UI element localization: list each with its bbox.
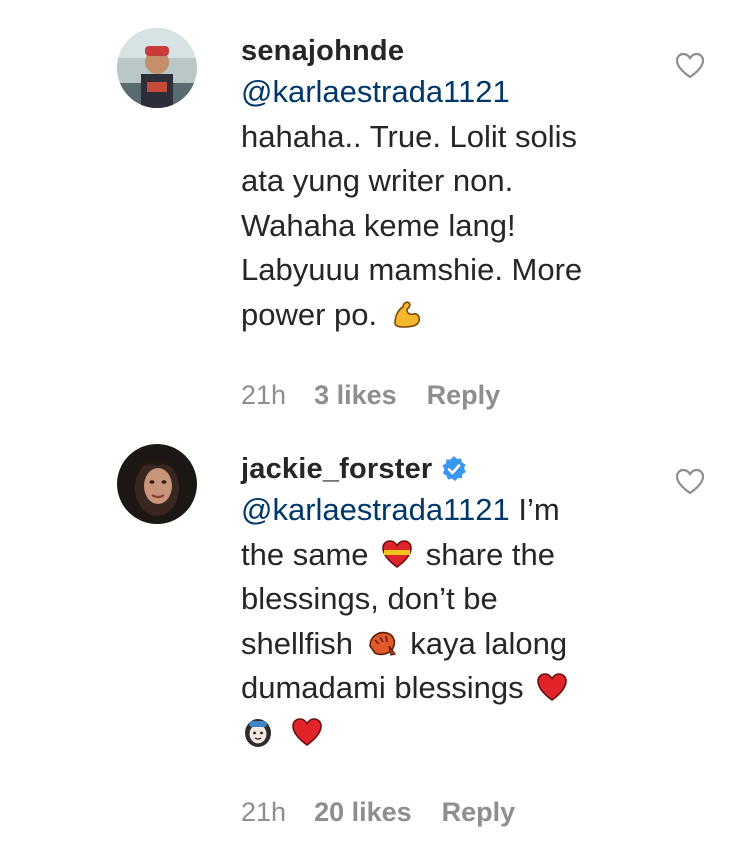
like-heart-icon[interactable] <box>674 466 706 498</box>
username[interactable]: jackie_forster <box>241 453 432 486</box>
likes-count[interactable]: 20 likes <box>314 797 412 828</box>
comment-line: kaya lalong <box>410 625 568 661</box>
comment-line: Wahaha keme lang! <box>241 207 516 243</box>
woman-emoji <box>241 715 275 749</box>
comment-line: the same <box>241 536 369 572</box>
comment-line: Labyuuu mamshie. More <box>241 252 583 287</box>
timestamp[interactable]: 21h <box>241 380 286 411</box>
avatar[interactable] <box>117 444 197 524</box>
like-heart-icon[interactable] <box>674 50 706 82</box>
comment-line: shellfish <box>241 625 353 661</box>
comment-meta: 21h 20 likes Reply <box>241 797 545 828</box>
comment-line: share the <box>425 536 556 572</box>
mention-link[interactable]: @karlaestrada1121 <box>241 492 510 527</box>
comment-line: power po. <box>241 296 378 332</box>
comment-line: blessings, don’t be <box>241 581 498 616</box>
verified-badge-icon <box>440 455 468 483</box>
comment-text: @karlaestrada1121 I’m the same share the… <box>241 488 661 755</box>
reply-button[interactable]: Reply <box>442 797 516 828</box>
avatar[interactable] <box>117 28 197 108</box>
timestamp[interactable]: 21h <box>241 797 286 828</box>
likes-count[interactable]: 3 likes <box>314 380 397 411</box>
heart-emoji <box>380 537 414 571</box>
flexed-biceps-emoji <box>389 297 423 331</box>
comment-line: ata yung writer non. <box>241 163 514 198</box>
comment-line: dumadami blessings <box>241 670 524 705</box>
comment-text-part: I’m <box>509 492 560 527</box>
comment-text: @karlaestrada1121 hahaha.. True. Lolit s… <box>241 70 661 337</box>
reply-button[interactable]: Reply <box>427 380 501 411</box>
comment-line: hahaha.. True. Lolit solis <box>241 118 578 154</box>
red-heart-emoji <box>535 670 569 704</box>
mention-link[interactable]: @karlaestrada1121 <box>241 74 510 109</box>
username[interactable]: senajohnde <box>241 35 404 68</box>
red-heart-emoji <box>290 715 324 749</box>
fried-shrimp-emoji <box>365 626 399 660</box>
comment-meta: 21h 3 likes Reply <box>241 380 530 411</box>
